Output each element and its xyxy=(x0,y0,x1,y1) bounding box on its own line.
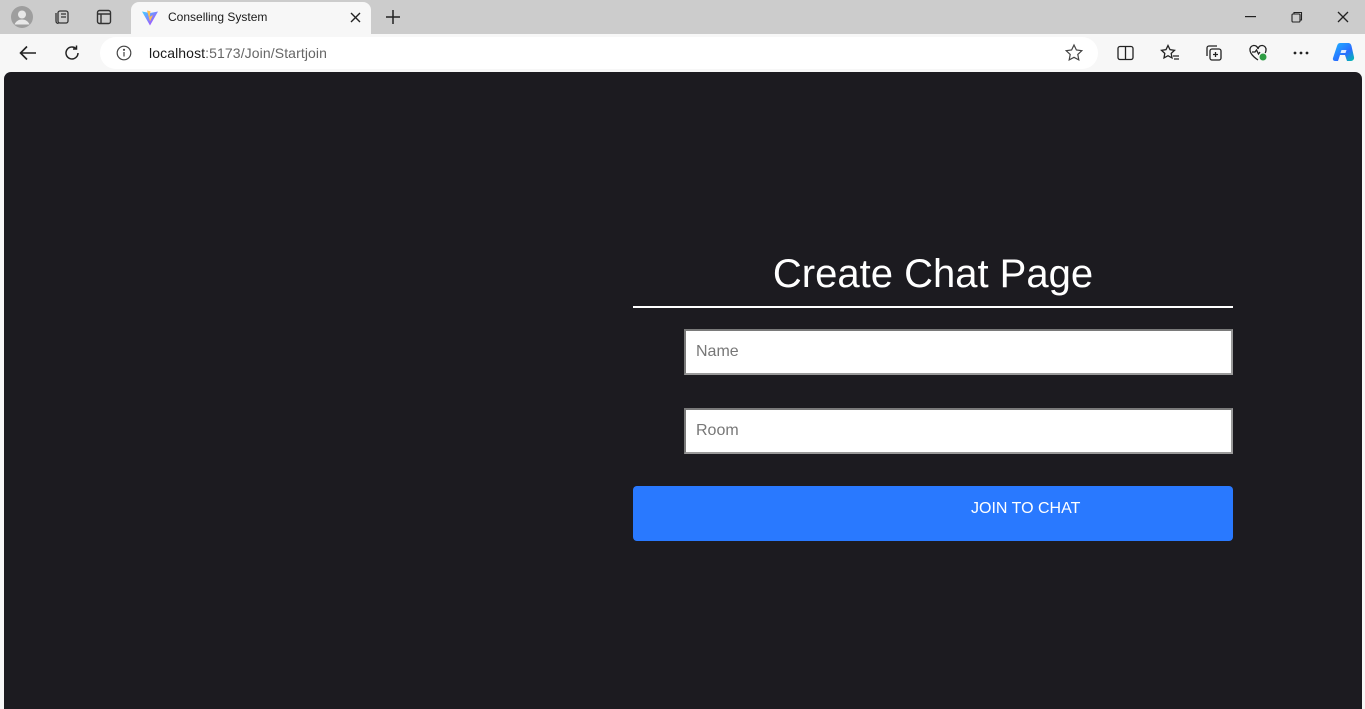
room-input[interactable] xyxy=(684,408,1233,454)
close-tab-icon[interactable] xyxy=(345,7,365,27)
join-to-chat-button[interactable]: JOIN TO CHAT xyxy=(633,486,1233,541)
favorite-star-icon[interactable] xyxy=(1064,43,1084,63)
browser-toolbar: localhost:5173/Join/Startjoin xyxy=(0,34,1365,72)
tab-active[interactable]: Conselling System xyxy=(131,2,371,34)
profile-icon[interactable] xyxy=(4,0,40,34)
join-button-label: JOIN TO CHAT xyxy=(971,500,1081,517)
refresh-icon[interactable] xyxy=(57,38,87,68)
url-host: localhost xyxy=(149,45,206,61)
site-info-icon[interactable] xyxy=(116,45,132,61)
title-divider xyxy=(633,306,1233,308)
tab-actions-icon[interactable] xyxy=(86,0,122,34)
copilot-icon[interactable] xyxy=(1329,38,1359,68)
restore-icon[interactable] xyxy=(1274,0,1320,34)
favorites-icon[interactable] xyxy=(1155,38,1185,68)
vite-icon xyxy=(142,10,158,26)
more-options-icon[interactable] xyxy=(1286,38,1316,68)
chat-join-form: Create Chat Page JOIN TO CHAT xyxy=(633,248,1233,541)
page-title: Create Chat Page xyxy=(772,252,1094,296)
tab-strip: Conselling System xyxy=(0,0,1365,34)
minimize-icon[interactable] xyxy=(1228,0,1274,34)
back-icon[interactable] xyxy=(13,38,43,68)
browser-essentials-icon[interactable] xyxy=(1243,38,1273,68)
collections-icon[interactable] xyxy=(1199,38,1229,68)
new-tab-icon[interactable] xyxy=(380,4,406,30)
tab-title: Conselling System xyxy=(168,10,268,24)
page-viewport: Create Chat Page JOIN TO CHAT xyxy=(4,72,1362,709)
address-bar[interactable]: localhost:5173/Join/Startjoin xyxy=(100,37,1098,69)
url-text[interactable]: localhost:5173/Join/Startjoin xyxy=(149,45,327,61)
url-path: :5173/Join/Startjoin xyxy=(205,45,328,61)
workspaces-icon[interactable] xyxy=(44,0,80,34)
close-window-icon[interactable] xyxy=(1320,0,1365,34)
split-screen-icon[interactable] xyxy=(1110,38,1140,68)
name-input[interactable] xyxy=(684,329,1233,375)
